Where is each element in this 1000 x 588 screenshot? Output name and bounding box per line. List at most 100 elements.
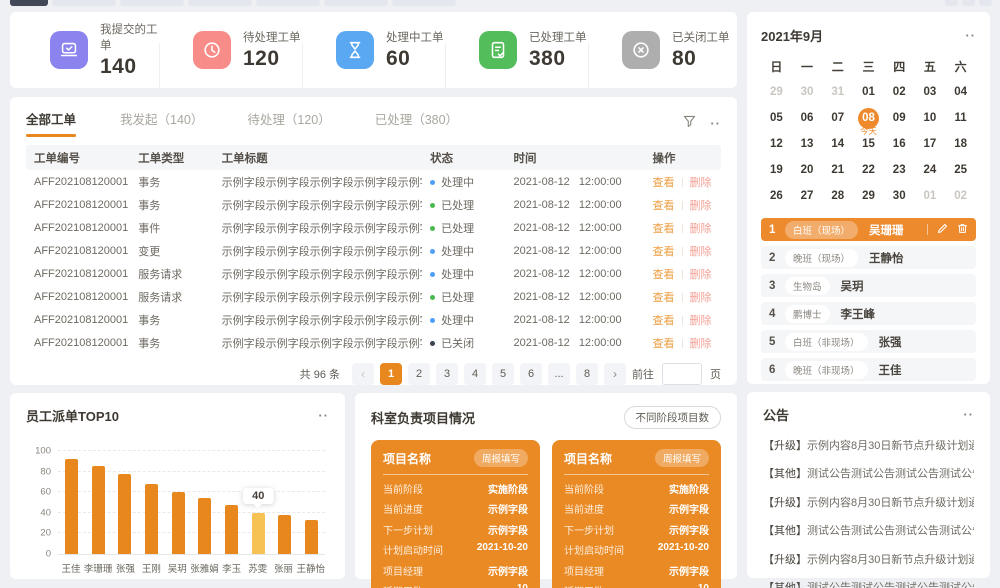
calendar-day[interactable]: 16 [884,133,915,156]
filter-icon[interactable] [683,115,696,131]
calendar-day[interactable]: 28 [822,185,853,208]
calendar-day[interactable]: 15 [853,133,884,156]
page-button[interactable]: 6 [520,363,542,385]
calendar-day[interactable]: 29 [853,185,884,208]
view-link[interactable]: 查看 [653,292,675,304]
more-menu-icon[interactable]: ·· [963,407,974,422]
delete-link[interactable]: 删除 [690,269,712,281]
announcement-item[interactable]: 【其他】测试公告测试公告测试公告测试公告测试公告 [763,579,974,588]
calendar-day[interactable]: 18 [945,133,976,156]
table-row[interactable]: AFF202108120001 事务 示例字段示例字段示例字段示例字段示例字段 … [26,170,721,193]
project-card[interactable]: 项目名称 周报填写 当前阶段实施阶段当前进度示例字段下一步计划示例字段计划启动时… [371,440,540,588]
bar[interactable] [172,492,185,554]
delete-link[interactable]: 删除 [690,177,712,189]
weekly-report-badge[interactable]: 周报填写 [655,449,709,467]
view-link[interactable]: 查看 [653,269,675,281]
page-button[interactable]: 3 [436,363,458,385]
delete-link[interactable]: 删除 [690,246,712,258]
bar[interactable] [65,459,78,554]
calendar-day[interactable]: 14 [822,133,853,156]
goto-page-input[interactable] [662,363,702,385]
table-row[interactable]: AFF202108120001 服务请求 示例字段示例字段示例字段示例字段示例字… [26,285,721,308]
page-button[interactable]: 4 [464,363,486,385]
more-menu-icon[interactable]: ·· [710,116,721,131]
page-button[interactable]: 5 [492,363,514,385]
page-button[interactable]: ... [548,363,570,385]
calendar-day[interactable]: 01 [853,81,884,104]
calendar-day[interactable]: 12 [761,133,792,156]
calendar-day[interactable]: 05 [761,107,792,130]
calendar-day[interactable]: 30 [792,81,823,104]
weekly-report-badge[interactable]: 周报填写 [474,449,528,467]
bar[interactable] [92,466,105,554]
top-corner-button[interactable] [945,0,958,6]
calendar-day[interactable]: 24 [915,159,946,182]
delete-link[interactable]: 删除 [690,315,712,327]
announcement-item[interactable]: 【升级】示例内容8月30日新节点升级计划通知 [763,494,974,510]
table-row[interactable]: AFF202108120001 事务 示例字段示例字段示例字段示例字段示例字段 … [26,331,721,354]
view-link[interactable]: 查看 [653,246,675,258]
bar[interactable] [252,513,265,554]
calendar-day[interactable]: 17 [915,133,946,156]
prev-page-button[interactable]: ‹ [352,363,374,385]
shift-row[interactable]: 2 晚班（现场） 王静怡 [761,246,976,269]
more-menu-icon[interactable]: ·· [965,28,976,43]
calendar-day[interactable]: 31 [822,81,853,104]
view-link[interactable]: 查看 [653,177,675,189]
top-tab[interactable] [52,0,116,6]
page-button[interactable]: 1 [380,363,402,385]
bar[interactable] [198,498,211,554]
calendar-day[interactable]: 01 [915,185,946,208]
trash-icon[interactable] [957,223,968,237]
shift-row[interactable]: 5 白班（非现场） 张强 [761,330,976,353]
calendar-day[interactable]: 04 [945,81,976,104]
calendar-day[interactable]: 08今天 [853,107,884,130]
top-tab[interactable] [392,0,456,6]
calendar-day[interactable]: 21 [822,159,853,182]
calendar-day[interactable]: 27 [792,185,823,208]
calendar-day[interactable]: 06 [792,107,823,130]
shift-row[interactable]: 6 晚班（非现场） 王佳 [761,358,976,381]
calendar-day[interactable]: 22 [853,159,884,182]
calendar-day[interactable]: 03 [915,81,946,104]
announcement-item[interactable]: 【升级】示例内容8月30日新节点升级计划通知 [763,551,974,567]
calendar-day[interactable]: 09 [884,107,915,130]
calendar-day[interactable]: 11 [945,107,976,130]
top-corner-button[interactable] [962,0,975,6]
top-tab[interactable] [256,0,320,6]
bar[interactable] [225,505,238,554]
calendar-day[interactable]: 23 [884,159,915,182]
bar[interactable] [118,474,131,554]
delete-link[interactable]: 删除 [690,223,712,235]
top-corner-button[interactable] [979,0,992,6]
calendar-day[interactable]: 20 [792,159,823,182]
calendar-day[interactable]: 25 [945,159,976,182]
shift-row[interactable]: 3 生物岛 吴玥 [761,274,976,297]
stat-pending[interactable]: 待处理工单 120 [159,29,302,71]
workorder-tab[interactable]: 待处理（120） [247,109,330,137]
calendar-day[interactable]: 30 [884,185,915,208]
calendar-day[interactable]: 29 [761,81,792,104]
page-button[interactable]: 8 [576,363,598,385]
view-link[interactable]: 查看 [653,338,675,350]
more-menu-icon[interactable]: ·· [318,408,329,423]
calendar-day[interactable]: 26 [761,185,792,208]
table-row[interactable]: AFF202108120001 变更 示例字段示例字段示例字段示例字段示例字段 … [26,239,721,262]
table-row[interactable]: AFF202108120001 事务 示例字段示例字段示例字段示例字段示例字段 … [26,308,721,331]
project-card[interactable]: 项目名称 周报填写 当前阶段实施阶段当前进度示例字段下一步计划示例字段计划启动时… [552,440,721,588]
edit-pencil-icon[interactable] [937,223,948,237]
page-button[interactable]: 2 [408,363,430,385]
table-row[interactable]: AFF202108120001 事务 示例字段示例字段示例字段示例字段示例字段 … [26,193,721,216]
view-link[interactable]: 查看 [653,200,675,212]
stat-closed[interactable]: 已关闭工单 80 [588,29,731,71]
top-tab[interactable] [120,0,184,6]
calendar-day[interactable]: 07 [822,107,853,130]
stat-processing[interactable]: 处理中工单 60 [302,29,445,71]
top-tab[interactable] [324,0,388,6]
calendar-day[interactable]: 13 [792,133,823,156]
stage-count-button[interactable]: 不同阶段项目数 [624,406,722,429]
bar[interactable] [145,484,158,554]
top-tab-active[interactable] [10,0,48,6]
delete-link[interactable]: 删除 [690,200,712,212]
shift-row[interactable]: 1 白班（现场） 吴珊珊 [761,218,976,241]
